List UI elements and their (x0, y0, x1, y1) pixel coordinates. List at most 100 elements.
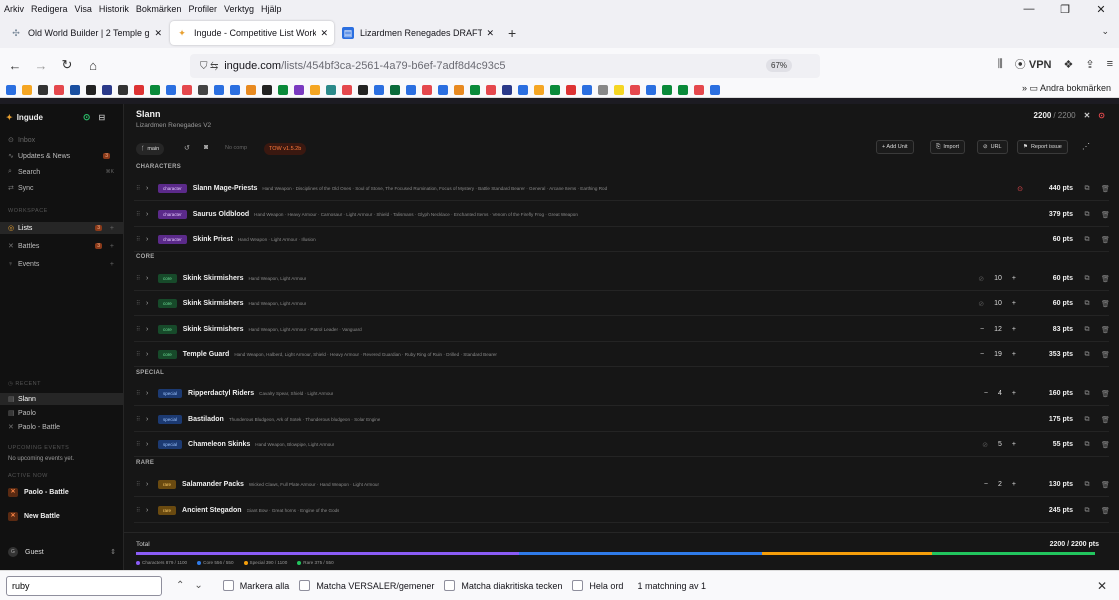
decrement-icon[interactable]: ⊘ (978, 300, 984, 308)
camera-icon[interactable]: ◙ (204, 144, 208, 151)
diacritics-checkbox[interactable]: Matcha diakritiska tecken (444, 580, 562, 591)
share-icon[interactable]: ⇪ (1085, 58, 1094, 71)
bookmark-favicon-icon[interactable] (198, 84, 208, 95)
bookmark-favicon-icon[interactable] (518, 84, 528, 95)
bookmark-favicon-icon[interactable] (326, 84, 336, 95)
bookmark-favicon-icon[interactable] (230, 84, 240, 95)
decrement-icon[interactable]: − (980, 326, 984, 333)
whole-words-checkbox[interactable]: Hela ord (572, 580, 623, 591)
bookmark-favicon-icon[interactable] (310, 84, 320, 95)
copy-icon[interactable]: ⧉ (1083, 275, 1091, 283)
menu-edit[interactable]: Redigera (31, 4, 68, 14)
restore-icon[interactable]: ❐ (1047, 3, 1083, 16)
drag-handle-icon[interactable]: ⠿ (136, 481, 146, 488)
bookmark-favicon-icon[interactable] (134, 84, 144, 95)
unit-row[interactable]: ⠿ › core Skink Skirmishers Hand Weapon, Ligh… (134, 266, 1110, 291)
sidebar-item-events[interactable]: ♆ Events + (0, 258, 124, 270)
menu-profiles[interactable]: Profiler (188, 4, 217, 14)
bookmark-favicon-icon[interactable] (534, 84, 544, 95)
add-unit-button[interactable]: + Add Unit (876, 140, 914, 154)
bookmark-favicon-icon[interactable] (54, 84, 64, 95)
copy-icon[interactable]: ⧉ (1083, 416, 1091, 424)
bookmark-favicon-icon[interactable] (262, 84, 272, 95)
menu-tools[interactable]: Verktyg (224, 4, 254, 14)
bookmark-favicon-icon[interactable] (358, 84, 368, 95)
copy-icon[interactable]: ⧉ (1083, 390, 1091, 398)
tab-old-world-builder[interactable]: ✣ Old World Builder | 2 Temple gu ✕ (4, 21, 168, 45)
alert-icon[interactable]: ⊙ (1017, 185, 1023, 193)
bookmark-favicon-icon[interactable] (550, 84, 560, 95)
drag-handle-icon[interactable]: ⠿ (136, 236, 146, 243)
copy-icon[interactable]: ⧉ (1083, 211, 1091, 219)
bookmark-favicon-icon[interactable] (86, 84, 96, 95)
increment-icon[interactable]: + (1012, 481, 1016, 488)
close-tab-icon[interactable]: ✕ (486, 28, 494, 39)
warning-icon[interactable]: ⊙ (1098, 111, 1105, 120)
unit-row[interactable]: ⠿ › core Skink Skirmishers Hand Weapon, Ligh… (134, 291, 1110, 316)
unit-row[interactable]: ⠿ › special Bastiladon Thunderous Bludgeon, … (134, 407, 1110, 432)
drag-handle-icon[interactable]: ⠿ (136, 507, 146, 514)
unit-row[interactable]: ⠿ › rare Ancient Stegadon Giant Bow · Great … (134, 498, 1110, 523)
trash-icon[interactable]: 🗑 (1101, 300, 1110, 308)
sidebar-item-search[interactable]: ⌕ Search ⌘K (0, 166, 124, 178)
expand-chevron-icon[interactable]: › (146, 211, 158, 218)
expand-chevron-icon[interactable]: › (146, 326, 158, 333)
library-icon[interactable]: ⫼ (998, 58, 1003, 71)
shield-icon[interactable]: ⛉ ⇆ (200, 61, 218, 72)
menu-history[interactable]: Historik (99, 4, 129, 14)
bookmark-favicon-icon[interactable] (278, 84, 288, 95)
sidebar-item-inbox[interactable]: ⊙ Inbox (0, 134, 124, 146)
bookmark-favicon-icon[interactable] (70, 84, 80, 95)
version-badge[interactable]: TOW v1.5.2b (264, 143, 307, 155)
bookmark-favicon-icon[interactable] (646, 84, 656, 95)
close-window-icon[interactable]: ✕ (1083, 3, 1119, 16)
expand-chevron-icon[interactable]: › (146, 416, 158, 423)
increment-icon[interactable]: + (1012, 326, 1016, 333)
unit-row[interactable]: ⠿ › core Temple Guard Hand Weapon, Halberd, … (134, 342, 1110, 367)
find-next-icon[interactable]: ⌄ (194, 580, 202, 591)
trash-icon[interactable]: 🗑 (1101, 185, 1110, 193)
match-case-checkbox[interactable]: Matcha VERSALER/gemener (299, 580, 434, 591)
trash-icon[interactable]: 🗑 (1101, 481, 1110, 489)
add-event-icon[interactable]: + (110, 261, 114, 268)
vpn-button[interactable]: ⦿ VPN (1015, 56, 1052, 72)
trash-icon[interactable]: 🗑 (1101, 390, 1110, 398)
bookmark-favicon-icon[interactable] (22, 84, 32, 95)
bookmark-favicon-icon[interactable] (342, 84, 352, 95)
list-title[interactable]: Slann (136, 109, 161, 119)
drag-handle-icon[interactable]: ⠿ (136, 326, 146, 333)
bookmark-favicon-icon[interactable] (214, 84, 224, 95)
unit-row[interactable]: ⠿ › special Ripperdactyl Riders Cavalry Spea… (134, 381, 1110, 406)
bookmark-favicon-icon[interactable] (662, 84, 672, 95)
drag-handle-icon[interactable]: ⠿ (136, 441, 146, 448)
expand-chevron-icon[interactable]: › (146, 351, 158, 358)
bookmark-favicon-icon[interactable] (614, 84, 624, 95)
copy-icon[interactable]: ⧉ (1083, 300, 1091, 308)
comp-selector[interactable]: No comp (225, 145, 247, 151)
bookmark-favicon-icon[interactable] (422, 84, 432, 95)
menu-view[interactable]: Visa (75, 4, 92, 14)
menu-help[interactable]: Hjälp (261, 4, 282, 14)
close-tab-icon[interactable]: ✕ (154, 28, 162, 39)
expand-chevron-icon[interactable]: › (146, 441, 158, 448)
sidebar-item-sync[interactable]: ⇄ Sync (0, 182, 124, 194)
decrement-icon[interactable]: − (984, 481, 988, 488)
bookmark-favicon-icon[interactable] (118, 84, 128, 95)
bookmark-favicon-icon[interactable] (6, 84, 16, 95)
drag-handle-icon[interactable]: ⠿ (136, 185, 146, 192)
expand-chevron-icon[interactable]: › (146, 481, 158, 488)
unit-row[interactable]: ⠿ › character Saurus Oldblood Hand Weapon · … (134, 202, 1110, 227)
bookmark-favicon-icon[interactable] (246, 84, 256, 95)
expand-chevron-icon[interactable]: › (146, 390, 158, 397)
unit-row[interactable]: ⠿ › character Skink Priest Hand Weapon · Lig… (134, 227, 1110, 252)
extension-icon[interactable]: ❖ (1063, 58, 1073, 71)
bookmark-favicon-icon[interactable] (582, 84, 592, 95)
trash-icon[interactable]: 🗑 (1101, 441, 1110, 449)
tab-list-chevron-icon[interactable]: ⌄ (1101, 26, 1109, 37)
unit-row[interactable]: ⠿ › rare Salamander Packs Wicked Claws, Full… (134, 472, 1110, 497)
active-battle-paolo[interactable]: ✕ Paolo - Battle (8, 488, 69, 497)
bookmark-favicon-icon[interactable] (102, 84, 112, 95)
minimize-icon[interactable]: — (1011, 3, 1047, 15)
bookmark-favicon-icon[interactable] (710, 84, 720, 95)
bookmark-favicon-icon[interactable] (566, 84, 576, 95)
